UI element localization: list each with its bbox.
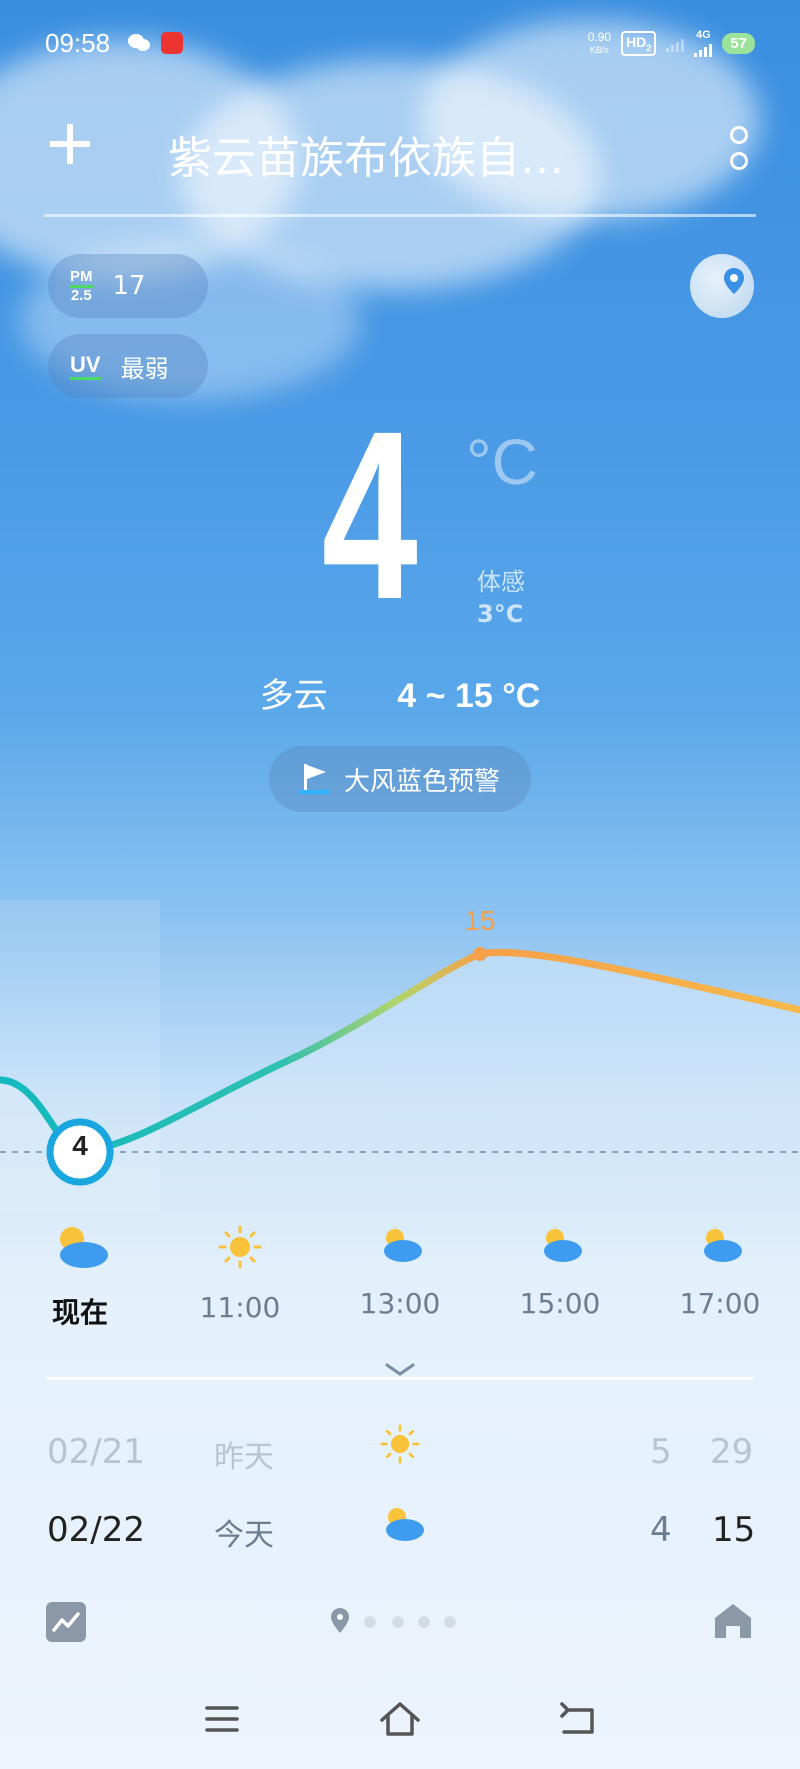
feels-like: 体感 3°C: [477, 566, 525, 630]
network-type: 4G: [695, 29, 711, 41]
flag-icon: [299, 764, 330, 794]
sun-icon: [218, 1225, 262, 1269]
status-bar: 09:58 0.90 KB/s HD2 4G 57: [45, 28, 755, 60]
menu-icon[interactable]: [204, 1704, 240, 1734]
status-right: 0.90 KB/s HD2 4G 57: [588, 30, 755, 57]
uv-pill[interactable]: UV 最弱: [48, 334, 208, 398]
condition-text: 多云: [259, 676, 328, 716]
city-title[interactable]: 紫云苗族布依族自…: [168, 122, 618, 186]
status-time: 09:58: [45, 28, 111, 58]
current-temp-block: 4: [0, 395, 800, 635]
feels-like-value: 3°C: [477, 600, 524, 628]
hour-label: 现在: [51, 1296, 108, 1329]
hour-item[interactable]: 11:00: [170, 1225, 310, 1324]
daily-date: 02/21: [47, 1432, 145, 1472]
hourly-temp-chart: [0, 900, 800, 1210]
bottom-bar: [0, 1570, 800, 1670]
pm-label-top: PM: [70, 267, 93, 285]
hour-item[interactable]: 13:00: [330, 1225, 470, 1320]
daily-row[interactable]: 02/21 昨天 5 29: [0, 1424, 800, 1484]
battery-level: 57: [730, 35, 747, 52]
hour-label: 13:00: [359, 1287, 441, 1320]
signal-1-icon: [666, 36, 685, 52]
battery-icon: 57: [722, 33, 755, 54]
house-icon: [715, 1604, 751, 1638]
location-button[interactable]: [690, 254, 754, 318]
hour-label: 11:00: [199, 1291, 281, 1324]
partly-cloudy-icon: [380, 1504, 424, 1553]
hd-sub: 2: [646, 42, 652, 53]
top-bar: 紫云苗族布依族自…: [0, 120, 800, 184]
pm-label-bottom: 2.5: [70, 284, 93, 304]
signal-2-icon: 4G: [694, 29, 713, 57]
sun-icon: [380, 1424, 420, 1473]
current-temp: 4: [321, 381, 419, 649]
hd-icon: HD2: [621, 31, 657, 56]
hour-label: 15:00: [519, 1287, 601, 1320]
pm25-value: 17: [112, 271, 146, 301]
daily-low: 4: [650, 1510, 672, 1550]
partly-cloudy-icon: [704, 1229, 742, 1262]
hour-item[interactable]: 17:00: [650, 1225, 790, 1320]
weather-app: 09:58 0.90 KB/s HD2 4G 57 紫云苗族布依族自… PM 2…: [0, 0, 800, 1769]
weather-alert-button[interactable]: 大风蓝色预警: [269, 746, 531, 812]
max-point: [473, 947, 487, 961]
daily-high: 15: [712, 1510, 756, 1550]
net-speed-unit: KB/s: [589, 44, 609, 55]
now-temp-label: 4: [72, 1130, 88, 1161]
pm25-pill[interactable]: PM 2.5 17: [48, 254, 208, 318]
temp-unit: °C: [466, 426, 538, 498]
partly-cloudy-icon: [60, 1227, 108, 1268]
condition-row: 多云 4 ~ 15 °C: [0, 668, 800, 717]
weather-alert-text: 大风蓝色预警: [343, 766, 500, 797]
wechat-icon: [127, 32, 150, 54]
net-speed: 0.90 KB/s: [587, 29, 612, 57]
more-dot-icon: [730, 152, 748, 170]
hour-item[interactable]: 15:00: [490, 1225, 630, 1320]
net-speed-value: 0.90: [587, 29, 612, 44]
trend-chart-button[interactable]: [46, 1602, 86, 1642]
daily-row[interactable]: 02/22 今天 4 15: [0, 1502, 800, 1562]
hour-label: 17:00: [679, 1287, 761, 1320]
daily-day: 今天: [214, 1518, 274, 1553]
max-temp-label: 15: [464, 905, 496, 936]
partly-cloudy-icon: [544, 1229, 582, 1262]
page-indicator[interactable]: [328, 1606, 458, 1640]
home-city-button[interactable]: [712, 1600, 754, 1646]
hd-label: HD: [626, 34, 647, 51]
more-dot-icon: [730, 126, 748, 144]
more-options-button[interactable]: [730, 126, 748, 178]
back-icon[interactable]: [558, 1702, 598, 1738]
plus-icon: [50, 124, 90, 164]
trend-icon: [52, 1612, 80, 1632]
uv-label: UV: [70, 352, 101, 380]
partly-cloudy-icon: [384, 1229, 422, 1262]
daily-day: 昨天: [214, 1440, 274, 1475]
hourly-forecast[interactable]: 现在 11:00 13:00 15:00 17:00: [0, 1225, 800, 1335]
hour-item[interactable]: 现在: [10, 1225, 150, 1331]
page-dots-icon: [331, 1608, 456, 1633]
feels-like-label: 体感: [477, 568, 525, 596]
home-icon[interactable]: [378, 1700, 422, 1738]
pm25-label: PM 2.5: [70, 267, 93, 304]
app-notification-icon: [161, 32, 183, 54]
daily-low: 5: [650, 1432, 672, 1472]
add-city-button[interactable]: [48, 120, 92, 176]
temp-range: 4 ~ 15 °C: [397, 677, 541, 715]
chevron-down-icon[interactable]: [385, 1362, 415, 1378]
header-divider: [44, 214, 756, 217]
map-pin-icon: [724, 268, 744, 294]
system-navigation: [0, 1690, 800, 1750]
daily-date: 02/22: [47, 1510, 145, 1550]
daily-high: 29: [710, 1432, 754, 1472]
uv-value: 最弱: [120, 354, 169, 383]
